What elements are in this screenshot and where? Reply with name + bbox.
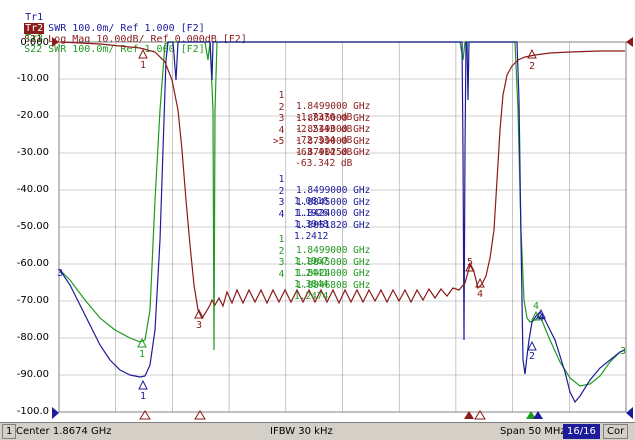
stimulus-stop-marker[interactable] xyxy=(626,407,633,419)
y-label-8: -80.00 xyxy=(17,332,49,343)
svg-text:3: 3 xyxy=(196,320,202,331)
y-label-1: -10.00 xyxy=(17,73,49,84)
y-label-0: 0.000 xyxy=(20,37,49,48)
svg-text:1: 1 xyxy=(140,391,146,402)
marker-num: 2 xyxy=(278,245,285,257)
marker-freq: 1.8424000 GHz xyxy=(295,268,371,279)
svg-text:3: 3 xyxy=(57,268,63,279)
y-label-4: -40.00 xyxy=(17,184,49,195)
marker-num: 2 xyxy=(278,185,285,197)
marker-freq: 1.8790250 GHz xyxy=(295,147,371,158)
y-label-3: -30.00 xyxy=(17,147,49,158)
svg-text:1: 1 xyxy=(140,60,146,71)
marker-num: >5 xyxy=(272,136,285,147)
marker-num: 2 xyxy=(278,101,285,113)
marker-freq: 1.8799000 GHz xyxy=(295,135,371,147)
y-axis-labels: 0.000 -10.00 -20.00 -30.00 -40.00 -50.00… xyxy=(17,37,49,417)
marker-row[interactable]: 1 1.8499000 GHz 1.0816 xyxy=(236,163,371,207)
y-label-10: -100.0 xyxy=(17,406,49,417)
ref-level-left-marker[interactable] xyxy=(52,37,59,47)
marker-num: 1 xyxy=(278,234,285,245)
marker-num: 4 xyxy=(278,268,285,280)
ref-level-right-marker[interactable] xyxy=(626,37,633,47)
marker-row[interactable]: 1 1.8499000 GHz 1.1967 xyxy=(236,223,371,267)
svg-text:3: 3 xyxy=(620,346,626,357)
y-label-2: -20.00 xyxy=(17,110,49,121)
marker-freq: 1.8845000 GHz xyxy=(295,112,371,124)
marker-num: 4 xyxy=(278,208,285,220)
svg-text:4: 4 xyxy=(533,301,539,312)
marker-table-s11: 1 1.8499000 GHz 1.0816 2 1.8845000 GHz 1… xyxy=(236,163,371,242)
marker-freq: 1.8845000 GHz xyxy=(295,196,371,208)
marker-freq: 1.8846808 GHz xyxy=(295,279,371,291)
svg-text:2: 2 xyxy=(529,351,535,362)
marker-freq: 1.8845000 GHz xyxy=(295,256,371,268)
status-bar: 1 Center 1.8674 GHz IFBW 30 kHz Span 50 … xyxy=(0,422,635,440)
marker-freq: 1.8499000 GHz xyxy=(295,245,371,256)
marker-table-s22: 1 1.8499000 GHz 1.1967 2 1.8845000 GHz 1… xyxy=(236,223,371,302)
center-frequency[interactable]: Center 1.8674 GHz xyxy=(16,423,112,440)
svg-text:2: 2 xyxy=(529,61,535,72)
span-setting[interactable]: Span 50 MHz xyxy=(500,423,566,440)
marker-freq: 1.8549000 GHz xyxy=(295,124,371,135)
channel-indicator[interactable]: 1 xyxy=(2,424,17,439)
correction-status-badge[interactable]: Cor xyxy=(603,424,629,439)
svg-text:4: 4 xyxy=(538,313,544,324)
marker-table-s21: 1 1.8499000 GHz -1.7376 dB 2 1.8845000 G… xyxy=(236,79,371,169)
marker-freq: 1.8499000 GHz xyxy=(295,101,371,112)
marker-num: 3 xyxy=(278,197,285,208)
marker-num: 1 xyxy=(278,90,285,101)
marker-row[interactable]: 1 1.8499000 GHz -1.7376 dB xyxy=(236,79,371,123)
vna-screen: Tr1 S11 SWR 100.0m/ Ref 1.000 [F2] Tr2 S… xyxy=(0,0,635,440)
marker-num: 1 xyxy=(278,174,285,185)
marker-value: 1.2474 xyxy=(294,290,329,302)
y-label-6: -60.00 xyxy=(17,258,49,269)
marker-freq: 1.8424000 GHz xyxy=(295,208,371,219)
marker-num: 3 xyxy=(278,257,285,268)
ifbw-setting[interactable]: IFBW 30 kHz xyxy=(270,423,333,440)
svg-text:5: 5 xyxy=(467,257,473,268)
marker-num: 4 xyxy=(278,124,285,136)
y-label-9: -90.00 xyxy=(17,369,49,380)
y-label-5: -50.00 xyxy=(17,221,49,232)
svg-text:4: 4 xyxy=(477,289,483,300)
y-label-7: -70.00 xyxy=(17,295,49,306)
marker-num: 3 xyxy=(278,113,285,124)
stimulus-start-marker[interactable] xyxy=(52,407,59,419)
trace-count-badge[interactable]: 16/16 xyxy=(563,424,600,439)
marker-freq: 1.8499000 GHz xyxy=(295,185,371,196)
svg-text:1: 1 xyxy=(139,349,145,360)
